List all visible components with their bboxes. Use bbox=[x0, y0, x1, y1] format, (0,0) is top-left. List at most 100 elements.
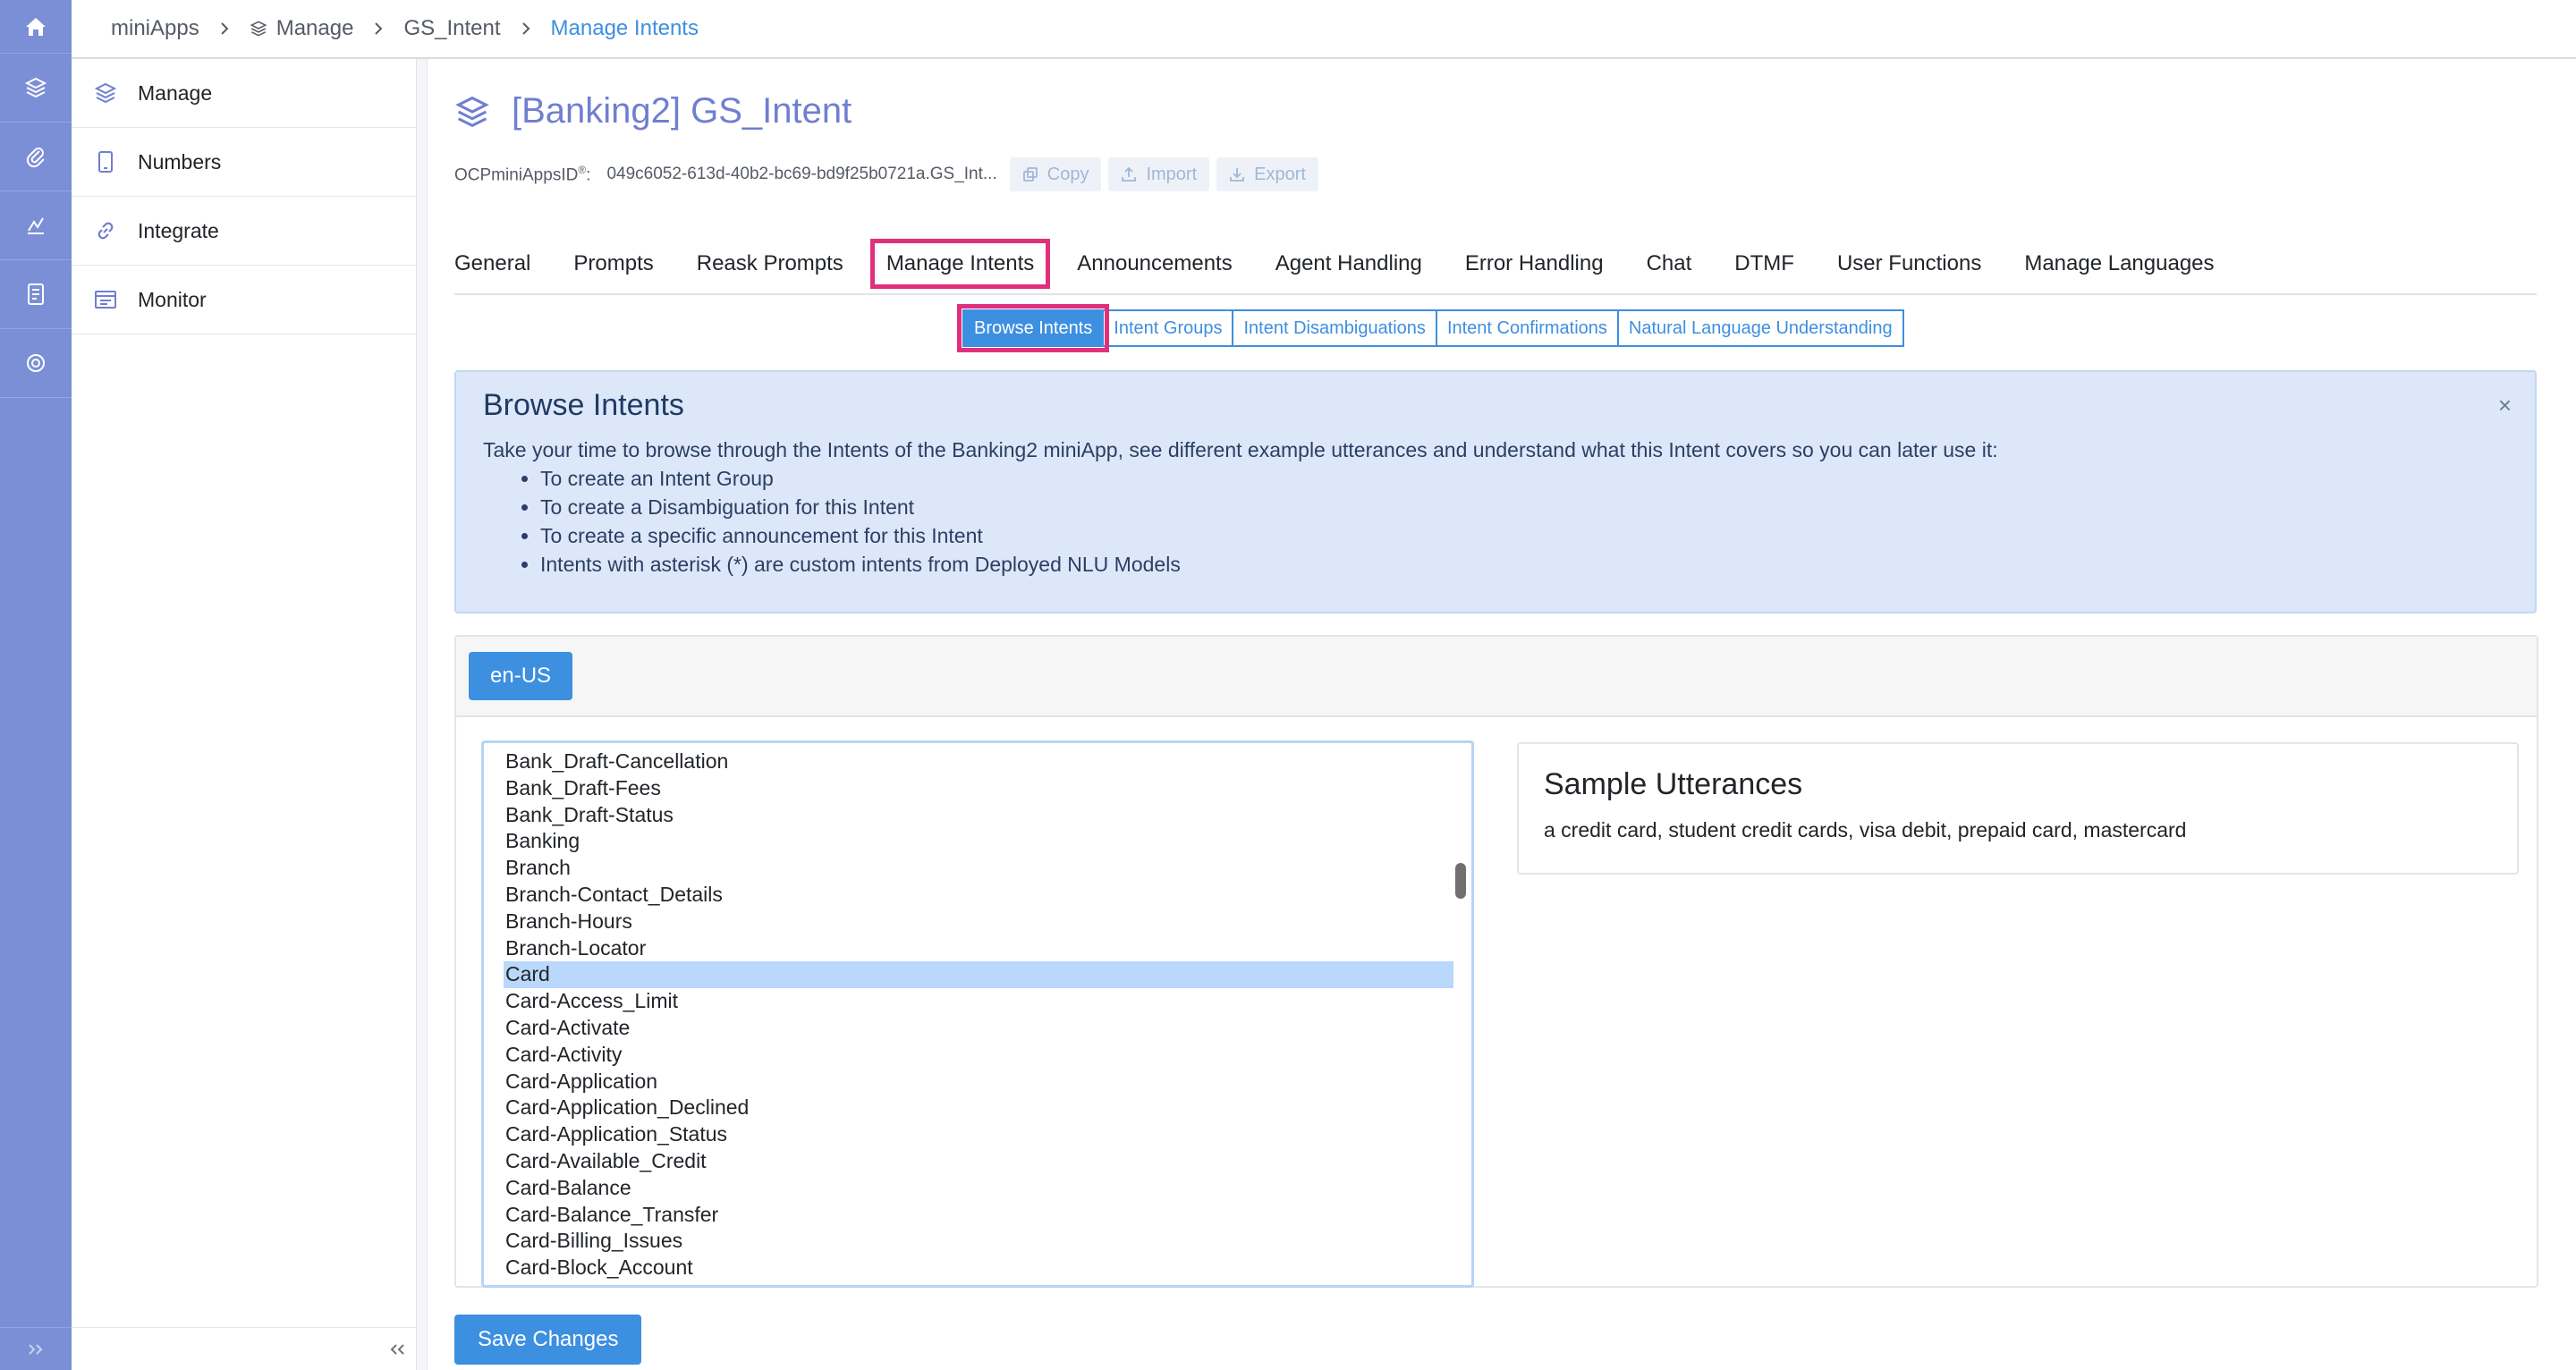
subtab-intent-groups[interactable]: Intent Groups bbox=[1102, 309, 1234, 347]
list-item[interactable]: Branch-Contact_Details bbox=[504, 882, 1453, 909]
chevron-right-icon bbox=[373, 21, 384, 36]
save-changes-button[interactable]: Save Changes bbox=[454, 1315, 642, 1365]
subtab-bar: Browse Intents Intent Groups Intent Disa… bbox=[956, 304, 1904, 352]
intents-card: en-US Bank_Draft-Cancellation Bank_Draft-… bbox=[454, 635, 2538, 1288]
list-item[interactable]: Card-Balance_Transfer bbox=[504, 1202, 1453, 1229]
tab-bar: General Prompts Reask Prompts Manage Int… bbox=[454, 234, 2537, 295]
tab-reask-prompts[interactable]: Reask Prompts bbox=[697, 251, 843, 276]
sidebar-divider bbox=[417, 59, 428, 1370]
rail-analytics[interactable] bbox=[0, 191, 72, 260]
tab-error-handling[interactable]: Error Handling bbox=[1465, 251, 1604, 276]
tab-announcements[interactable]: Announcements bbox=[1077, 251, 1232, 276]
rail-documents[interactable] bbox=[0, 260, 72, 329]
list-item[interactable]: Bank_Draft-Fees bbox=[504, 775, 1453, 802]
alert-bullet: Intents with asterisk (*) are custom int… bbox=[540, 550, 2508, 579]
list-item[interactable]: Bank_Draft-Status bbox=[504, 802, 1453, 829]
subtab-intent-disambiguations[interactable]: Intent Disambiguations bbox=[1232, 309, 1437, 347]
app-id-label: OCPminiAppsID®: bbox=[454, 163, 591, 185]
alert-bullet: To create a Disambiguation for this Inte… bbox=[540, 493, 2508, 521]
sidebar-collapse-button[interactable] bbox=[72, 1327, 417, 1370]
list-item[interactable]: Card-Blocked bbox=[504, 1281, 1453, 1285]
list-item[interactable]: Card-Application_Status bbox=[504, 1121, 1453, 1148]
layers-icon bbox=[454, 94, 490, 130]
chevron-right-icon bbox=[521, 21, 531, 36]
alert-title: Browse Intents bbox=[483, 388, 684, 422]
breadcrumb: miniApps Manage GS_Intent Manage Intents bbox=[72, 0, 2576, 59]
language-button-en-us[interactable]: en-US bbox=[469, 652, 573, 700]
sidebar-item-monitor[interactable]: Monitor bbox=[72, 266, 416, 334]
download-icon bbox=[1229, 166, 1245, 182]
scrollbar-thumb[interactable] bbox=[1455, 863, 1466, 899]
tab-agent-handling[interactable]: Agent Handling bbox=[1275, 251, 1422, 276]
list-item[interactable]: Branch-Locator bbox=[504, 935, 1453, 962]
app-id-value: 049c6052-613d-40b2-bc69-bd9f25b0721a.GS_… bbox=[606, 165, 997, 183]
copy-icon bbox=[1022, 166, 1038, 182]
list-item[interactable]: Branch-Hours bbox=[504, 909, 1453, 935]
list-item[interactable]: Card-Balance bbox=[504, 1175, 1453, 1202]
list-item[interactable]: Card-Activity bbox=[504, 1042, 1453, 1069]
list-item[interactable]: Card-Access_Limit bbox=[504, 988, 1453, 1015]
list-item[interactable]: Card-Activate bbox=[504, 1015, 1453, 1042]
tab-general[interactable]: General bbox=[454, 251, 530, 276]
tab-dtmf[interactable]: DTMF bbox=[1734, 251, 1794, 276]
subtab-browse-intents[interactable]: Browse Intents bbox=[956, 304, 1110, 352]
link-icon bbox=[93, 218, 118, 243]
breadcrumb-gs-intent[interactable]: GS_Intent bbox=[403, 16, 500, 41]
lifebuoy-icon bbox=[25, 352, 47, 374]
sidebar-item-label: Numbers bbox=[138, 149, 222, 173]
list-item[interactable]: Card bbox=[504, 961, 1453, 989]
app-id-row: OCPminiAppsID®: 049c6052-613d-40b2-bc69-… bbox=[454, 157, 1326, 191]
rail-manage[interactable] bbox=[0, 54, 72, 123]
phone-icon bbox=[93, 149, 118, 174]
rail-support[interactable] bbox=[0, 329, 72, 398]
rail-attachments[interactable] bbox=[0, 123, 72, 191]
layers-icon bbox=[250, 20, 267, 38]
tab-user-functions[interactable]: User Functions bbox=[1837, 251, 1981, 276]
close-icon[interactable]: × bbox=[2498, 392, 2512, 419]
list-item[interactable]: Card-Billing_Issues bbox=[504, 1228, 1453, 1255]
sidebar-item-label: Manage bbox=[138, 80, 213, 105]
tab-manage-languages[interactable]: Manage Languages bbox=[2024, 251, 2214, 276]
list-item[interactable]: Card-Block_Account bbox=[504, 1255, 1453, 1281]
chevron-right-icon bbox=[219, 21, 230, 36]
subtab-natural-language-understanding[interactable]: Natural Language Understanding bbox=[1616, 309, 1904, 347]
sidebar-item-numbers[interactable]: Numbers bbox=[72, 128, 416, 197]
sidebar: Manage Numbers Integrate Monitor bbox=[72, 59, 417, 1370]
list-item[interactable]: Card-Application_Declined bbox=[504, 1095, 1453, 1121]
sidebar-item-manage[interactable]: Manage bbox=[72, 59, 416, 128]
rail-expand-button[interactable] bbox=[0, 1327, 72, 1370]
alert-text: Take your time to browse through the Int… bbox=[483, 438, 1998, 461]
sidebar-item-integrate[interactable]: Integrate bbox=[72, 197, 416, 266]
export-button-label: Export bbox=[1254, 164, 1306, 184]
list-item[interactable]: Banking bbox=[504, 828, 1453, 855]
paperclip-icon bbox=[25, 145, 47, 168]
double-chevron-left-icon bbox=[388, 1342, 406, 1357]
tab-manage-intents[interactable]: Manage Intents bbox=[869, 239, 1051, 289]
subtab-intent-confirmations[interactable]: Intent Confirmations bbox=[1435, 309, 1619, 347]
sample-utterances-title: Sample Utterances bbox=[1544, 767, 1803, 801]
tab-chat[interactable]: Chat bbox=[1647, 251, 1692, 276]
list-item[interactable]: Card-Application bbox=[504, 1069, 1453, 1095]
alert-bullet: To create an Intent Group bbox=[540, 464, 2508, 493]
tab-prompts[interactable]: Prompts bbox=[573, 251, 653, 276]
layers-icon bbox=[93, 80, 118, 106]
breadcrumb-manage-intents: Manage Intents bbox=[550, 16, 699, 40]
import-button[interactable]: Import bbox=[1108, 157, 1210, 191]
import-button-label: Import bbox=[1146, 164, 1198, 184]
alert-list: To create an Intent Group To create a Di… bbox=[540, 464, 2508, 579]
breadcrumb-miniapps[interactable]: miniApps bbox=[111, 16, 199, 41]
copy-button[interactable]: Copy bbox=[1009, 157, 1102, 191]
intent-listbox[interactable]: Bank_Draft-Cancellation Bank_Draft-Fees Ba… bbox=[481, 740, 1474, 1288]
list-item[interactable]: Card-Available_Credit bbox=[504, 1148, 1453, 1175]
export-button[interactable]: Export bbox=[1216, 157, 1318, 191]
page-title-text: [Banking2] GS_Intent bbox=[512, 91, 852, 131]
page-title: [Banking2] GS_Intent bbox=[454, 91, 852, 131]
list-item[interactable]: Bank_Draft-Cancellation bbox=[504, 748, 1453, 775]
document-icon bbox=[26, 283, 46, 306]
rail-home[interactable] bbox=[0, 0, 72, 54]
language-bar: en-US bbox=[456, 637, 2537, 717]
sample-utterances-text: a credit card, student credit cards, vis… bbox=[1544, 818, 2187, 841]
home-icon bbox=[24, 16, 47, 38]
list-item[interactable]: Branch bbox=[504, 855, 1453, 882]
breadcrumb-manage[interactable]: Manage bbox=[250, 16, 353, 41]
